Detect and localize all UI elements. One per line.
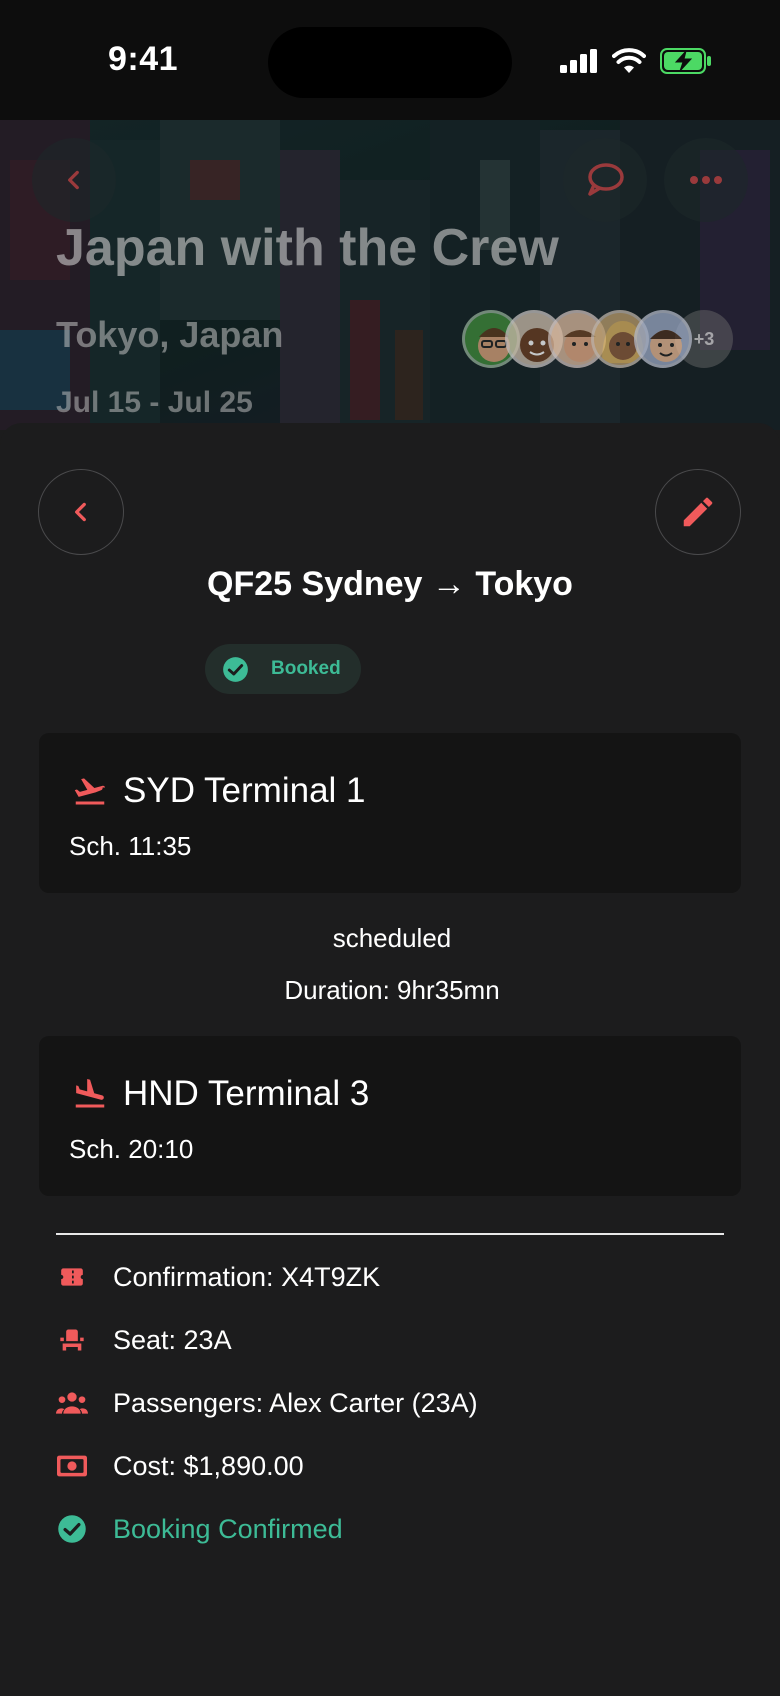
confirmation-text: Confirmation: X4T9ZK [113,1261,381,1292]
ticket-icon [61,1268,83,1286]
cost-row: Cost: $1,890.00 [56,1450,304,1482]
flight-status-text: scheduled [332,923,452,953]
back-icon [75,502,86,522]
back-icon [68,170,79,190]
status-icons [560,46,712,76]
trip-members[interactable]: +3 [462,310,733,368]
trip-dates: Jul 15 - Jul 25 [56,386,253,419]
passengers-row: Passengers: Alex Carter (23A) [56,1387,478,1419]
flight-land-icon [75,1079,105,1108]
hero-back-button[interactable] [32,138,116,222]
cost-text: Cost: $1,890.00 [113,1450,304,1481]
edit-button[interactable] [655,469,741,555]
passengers-text: Passengers: Alex Carter (23A) [113,1387,478,1418]
departure-card: SYD Terminal 1 Sch. 11:35 [39,733,741,893]
arrival-card: HND Terminal 3 Sch. 20:10 [39,1036,741,1196]
group-icon [56,1392,88,1414]
status-bar: 9:41 [0,0,780,120]
trip-location: Tokyo, Japan [56,314,284,355]
chat-icon [588,163,624,196]
trip-title: Japan with the Crew [56,219,559,277]
battery-charging-icon [660,48,711,74]
seat-icon [60,1329,84,1351]
flight-duration: Duration: 9hr35mn [284,975,500,1005]
check-circle-icon [58,1515,86,1543]
status-badge-label: Booked [271,658,341,679]
flight-takeoff-icon [74,778,106,805]
flight-detail-sheet: QF25 Sydney → Tokyo Booked SYD Terminal … [0,423,780,1696]
status-time: 9:41 [108,40,179,78]
confirmation-row: Confirmation: X4T9ZK [56,1261,380,1293]
wifi-icon [612,48,646,73]
departure-airport: SYD Terminal 1 [123,771,366,810]
seat-row: Seat: 23A [56,1324,232,1356]
dynamic-island [268,27,512,98]
cellular-signal-icon [560,49,597,73]
back-button[interactable] [38,469,124,555]
booking-status-text: Booking Confirmed [113,1513,343,1544]
seat-text: Seat: 23A [113,1324,232,1355]
money-icon [57,1455,87,1477]
arrival-airport: HND Terminal 3 [123,1074,370,1113]
trip-hero: Japan with the Crew Tokyo, Japan Jul 15 … [0,120,780,430]
booking-status-row: Booking Confirmed [56,1513,343,1545]
avatar [634,310,692,368]
more-icon [690,176,722,184]
arrival-time: Sch. 20:10 [69,1134,194,1164]
divider [56,1233,724,1235]
chat-button[interactable] [563,138,647,222]
edit-icon [683,497,713,527]
check-circle-icon [223,656,248,682]
departure-time: Sch. 11:35 [69,831,192,861]
flight-title: QF25 Sydney → Tokyo [207,565,573,603]
more-options-button[interactable] [664,138,748,222]
status-badge: Booked [205,644,361,694]
